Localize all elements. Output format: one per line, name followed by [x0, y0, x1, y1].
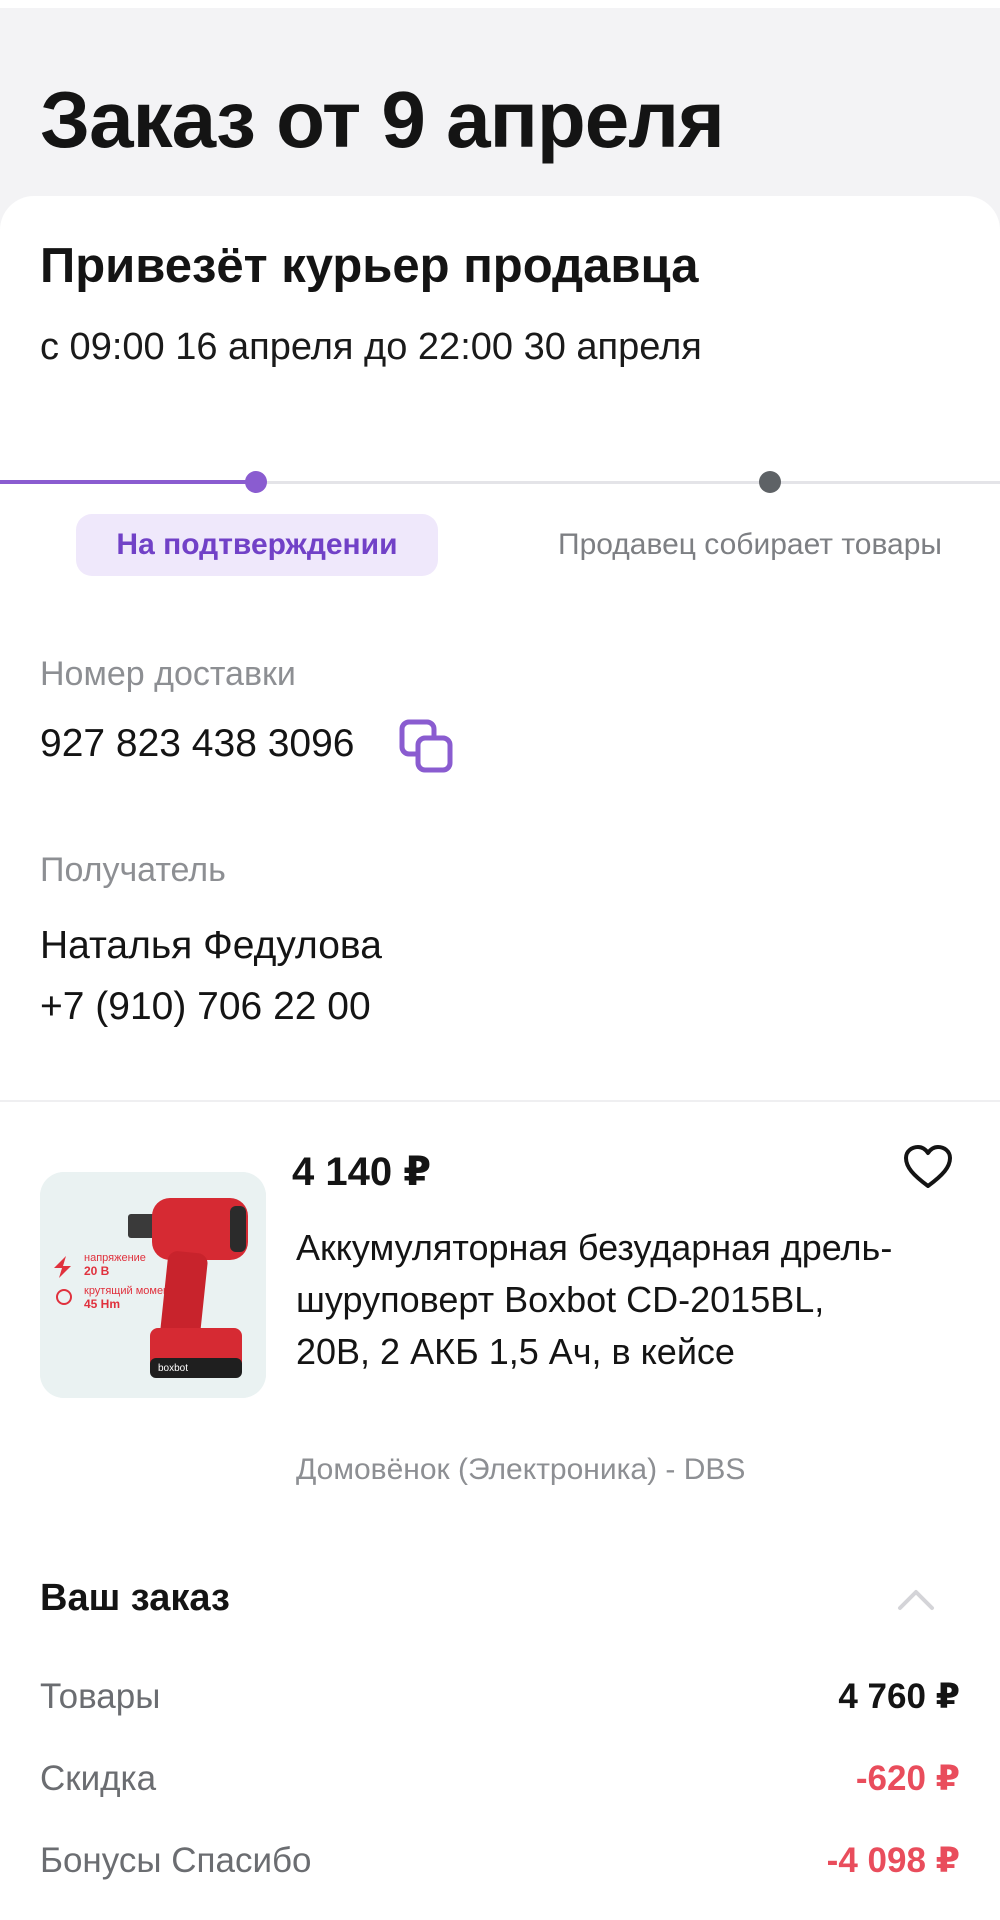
recipient-phone: +7 (910) 706 22 00: [40, 985, 371, 1028]
spec1-label: напряжение: [84, 1252, 146, 1264]
order-card: [0, 196, 1000, 1920]
tracking-label: Номер доставки: [40, 655, 296, 693]
product-image[interactable]: напряжение 20 В крутящий момент 45 Нm bo…: [40, 1172, 266, 1398]
summary-label-discount: Скидка: [40, 1759, 157, 1798]
spec2-label: крутящий момент: [84, 1285, 174, 1297]
summary-value-goods: 4 760 ₽: [838, 1677, 960, 1716]
seller-name[interactable]: Домовёнок (Электроника) - DBS: [296, 1448, 745, 1492]
page-title: Заказ от 9 апреля: [40, 75, 725, 164]
status-next-step: Продавец собирает товары: [558, 528, 942, 561]
product-price: 4 140 ₽: [292, 1150, 432, 1194]
section-divider: [0, 1100, 1000, 1102]
progress-dot-current: [245, 471, 267, 493]
heart-icon[interactable]: [903, 1144, 953, 1190]
top-strip: [0, 0, 1000, 8]
summary-value-discount: -620 ₽: [855, 1759, 960, 1798]
status-chip-current: На подтверждении: [76, 514, 438, 576]
progress-fill: [0, 480, 256, 484]
drill-image: напряжение 20 В крутящий момент 45 Нm bo…: [40, 1172, 266, 1398]
chevron-up-icon[interactable]: [896, 1584, 936, 1612]
recipient-label: Получатель: [40, 851, 226, 889]
recipient-name: Наталья Федулова: [40, 924, 382, 967]
product-name[interactable]: Аккумуляторная безударная дрель-шурупове…: [296, 1222, 896, 1378]
tracking-number: 927 823 438 3096: [40, 722, 355, 765]
spec2-value: 45 Нm: [84, 1297, 120, 1311]
progress-dot-next: [759, 471, 781, 493]
delivery-method-title: Привезёт курьер продавца: [40, 239, 699, 293]
delivery-time-window: с 09:00 16 апреля до 22:00 30 апреля: [40, 326, 702, 368]
spec1-value: 20 В: [84, 1264, 110, 1278]
summary-label-bonuses: Бонусы Спасибо: [40, 1841, 312, 1880]
summary-label-goods: Товары: [40, 1677, 161, 1716]
copy-icon[interactable]: [398, 718, 454, 774]
order-summary-title[interactable]: Ваш заказ: [40, 1568, 230, 1628]
drill-brand: boxbot: [158, 1363, 188, 1374]
summary-value-bonuses: -4 098 ₽: [826, 1841, 960, 1880]
